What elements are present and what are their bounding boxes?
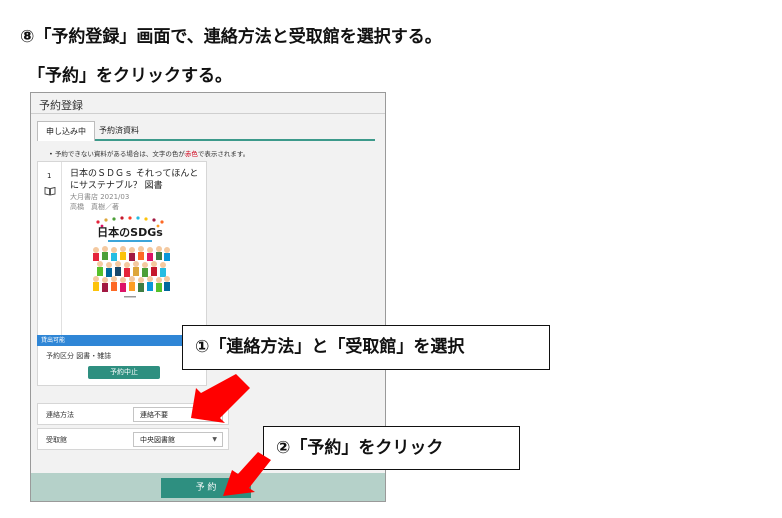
title-divider bbox=[31, 113, 385, 114]
instruction-step: ⑧「予約登録」画面で、連絡方法と受取館を選択する。 bbox=[20, 27, 442, 47]
contact-method-select[interactable]: 連絡不要 ▼ bbox=[133, 407, 223, 422]
book-publisher: 大月書店 2021/03 bbox=[70, 193, 130, 201]
book-cover-image: 日本のSDGs bbox=[88, 214, 172, 302]
chevron-down-icon: ▼ bbox=[212, 436, 217, 443]
notice-prefix: 予約できない資料がある場合は、文字の色が bbox=[54, 150, 185, 158]
pickup-library-row: 受取館 中央図書館 ▼ bbox=[37, 428, 229, 450]
cover-title: 日本のSDGs bbox=[97, 225, 163, 239]
reservation-type: 予約区分 図書・雑誌 bbox=[46, 352, 112, 360]
chevron-down-icon: ▼ bbox=[212, 411, 217, 418]
page-title: 予約登録 bbox=[39, 99, 83, 112]
contact-method-row: 連絡方法 連絡不要 ▼ bbox=[37, 403, 229, 425]
cancel-reservation-button[interactable]: 予約中止 bbox=[88, 366, 160, 379]
reserve-button[interactable]: 予 約 bbox=[161, 478, 251, 498]
book-author: 高橋 真樹／著 bbox=[70, 203, 119, 211]
tab-bar: 申し込み中 予約済資料 bbox=[37, 121, 375, 141]
book-title[interactable]: 日本のＳＤＧｓ それってほんとにサステナブル？ 図書 bbox=[70, 168, 206, 192]
footer-bar: 予 約 bbox=[31, 473, 385, 501]
notice-text: • 予約できない資料がある場合は、文字の色が赤色で表示されます。 bbox=[49, 148, 249, 158]
callout-click-reserve: ②「予約」をクリック bbox=[263, 426, 520, 470]
contact-method-value: 連絡不要 bbox=[140, 411, 168, 419]
instruction-click: 「予約」をクリックする。 bbox=[28, 66, 232, 86]
status-text: 貸出可能 bbox=[41, 337, 66, 344]
pickup-library-label: 受取館 bbox=[46, 436, 67, 444]
pickup-library-value: 中央図書館 bbox=[140, 436, 175, 444]
notice-suffix: で表示されます。 bbox=[197, 150, 250, 158]
tab-applying[interactable]: 申し込み中 bbox=[37, 121, 95, 141]
book-icon bbox=[44, 186, 56, 196]
callout-select-fields: ①「連絡方法」と「受取館」を選択 bbox=[182, 325, 550, 370]
item-number: 1 bbox=[47, 172, 52, 180]
contact-method-label: 連絡方法 bbox=[46, 411, 74, 419]
tab-reserved[interactable]: 予約済資料 bbox=[91, 121, 147, 141]
notice-red: 赤色 bbox=[184, 150, 198, 158]
pickup-library-select[interactable]: 中央図書館 ▼ bbox=[133, 432, 223, 447]
